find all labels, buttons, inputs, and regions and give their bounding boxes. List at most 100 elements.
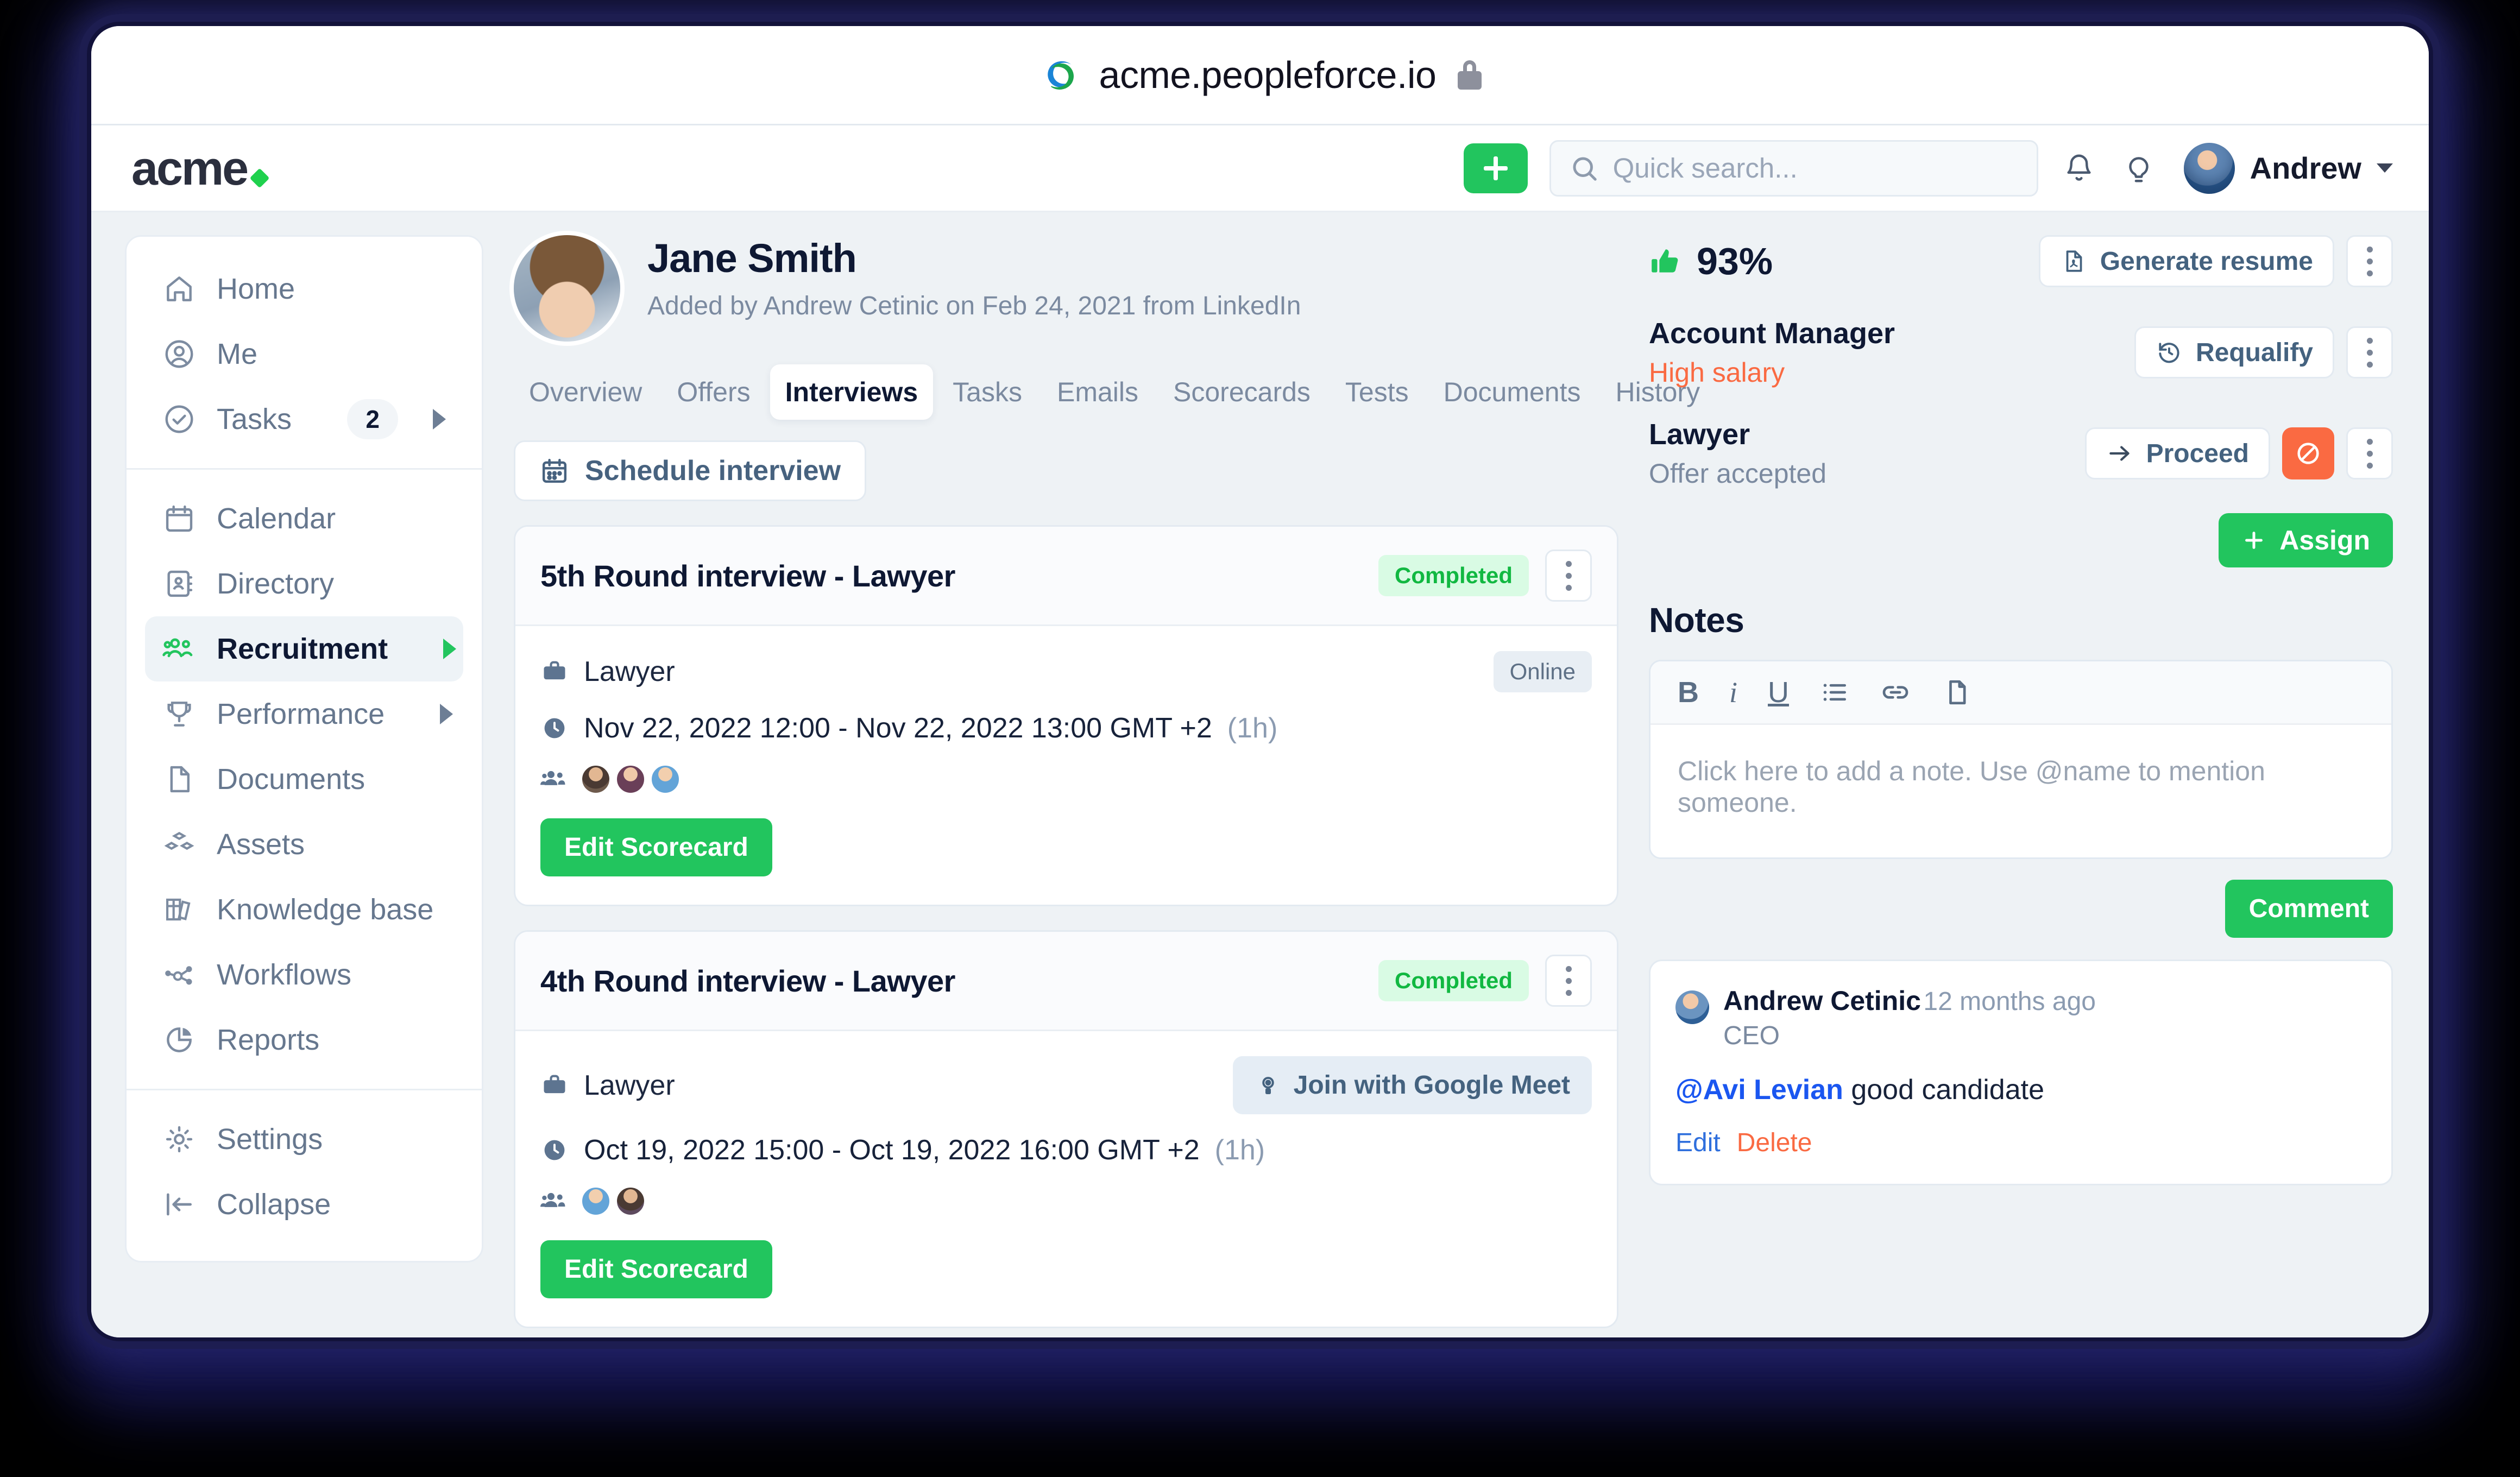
books-icon	[162, 893, 196, 926]
interview-attendees	[540, 764, 1592, 794]
sidebar-item-recruitment[interactable]: Recruitment	[145, 616, 463, 681]
sidebar-item-knowledge-base[interactable]: Knowledge base	[145, 877, 463, 942]
comment-mention[interactable]: @Avi Levian	[1675, 1074, 1843, 1106]
tab-tasks[interactable]: Tasks	[937, 364, 1037, 420]
sidebar-item-reports[interactable]: Reports	[145, 1007, 463, 1072]
tab-offers[interactable]: Offers	[662, 364, 765, 420]
sidebar-item-tasks[interactable]: Tasks 2	[145, 387, 463, 452]
interview-time-row: Nov 22, 2022 12:00 - Nov 22, 2022 13:00 …	[540, 712, 1592, 744]
notifications-button[interactable]	[2060, 149, 2098, 187]
sidebar-item-label: Me	[217, 338, 258, 370]
plus-icon	[1483, 156, 1508, 180]
italic-button[interactable]: i	[1729, 676, 1737, 709]
workflow-nodes-icon	[162, 958, 196, 992]
candidate-side-panel: 93% Generate resume Account Manager High…	[1649, 235, 2393, 1337]
interview-card-header: 4th Round interview - Lawyer Completed	[515, 932, 1617, 1031]
sidebar-divider	[127, 468, 482, 470]
comment-submit-row: Comment	[1649, 880, 2393, 938]
attachment-button[interactable]	[1941, 676, 1971, 709]
interview-duration: (1h)	[1214, 1134, 1265, 1166]
sidebar-item-label: Directory	[217, 567, 335, 600]
note-input-placeholder[interactable]: Click here to add a note. Use @name to m…	[1650, 725, 2391, 857]
comment-button[interactable]: Comment	[2225, 880, 2393, 938]
link-button[interactable]	[1880, 676, 1911, 709]
tab-overview[interactable]: Overview	[514, 364, 657, 420]
assign-row: Assign	[1649, 513, 2393, 567]
assign-button[interactable]: Assign	[2219, 513, 2393, 567]
tab-interviews[interactable]: Interviews	[770, 364, 934, 420]
document-icon	[162, 762, 196, 796]
notes-heading: Notes	[1649, 601, 1744, 640]
underline-button[interactable]: U	[1768, 676, 1789, 709]
interview-role: Lawyer	[584, 1069, 675, 1101]
collapse-left-icon	[162, 1188, 196, 1221]
url-text[interactable]: acme.peopleforce.io	[1099, 53, 1437, 97]
thumbs-up-icon	[1652, 249, 1678, 273]
sidebar-item-collapse[interactable]: Collapse	[145, 1172, 463, 1237]
interview-card-header: 5th Round interview - Lawyer Completed	[515, 527, 1617, 626]
sidebar-item-calendar[interactable]: Calendar	[145, 486, 463, 551]
attendee-avatar	[581, 1186, 611, 1216]
sidebar-item-me[interactable]: Me	[145, 321, 463, 387]
arrow-right-icon	[2109, 446, 2130, 461]
bullet-list-button[interactable]	[1819, 676, 1850, 709]
position-row-account-manager: Account Manager High salary Requalify	[1649, 317, 2393, 388]
kebab-menu-icon[interactable]	[2346, 427, 2393, 479]
tab-scorecards[interactable]: Scorecards	[1158, 364, 1326, 420]
edit-scorecard-button[interactable]: Edit Scorecard	[540, 818, 772, 876]
delete-comment-link[interactable]: Delete	[1737, 1128, 1812, 1158]
sidebar-item-settings[interactable]: Settings	[145, 1107, 463, 1172]
tab-tests[interactable]: Tests	[1330, 364, 1424, 420]
browser-window: acme.peopleforce.io acme Quick search...…	[91, 26, 2429, 1337]
add-button[interactable]	[1463, 143, 1528, 193]
tab-documents[interactable]: Documents	[1428, 364, 1596, 420]
bold-button[interactable]: B	[1678, 676, 1699, 709]
sidebar-item-home[interactable]: Home	[145, 256, 463, 321]
briefcase-icon	[544, 661, 565, 680]
user-menu[interactable]: Andrew	[2183, 142, 2393, 194]
kebab-menu-icon[interactable]	[1545, 955, 1592, 1007]
tab-emails[interactable]: Emails	[1042, 364, 1154, 420]
proceed-label: Proceed	[2146, 439, 2249, 468]
interview-role: Lawyer	[584, 656, 675, 687]
fit-score: 93%	[1649, 239, 1773, 283]
requalify-button[interactable]: Requalify	[2134, 326, 2334, 378]
edit-comment-link[interactable]: Edit	[1675, 1128, 1721, 1158]
sidebar-item-assets[interactable]: Assets	[145, 812, 463, 877]
comment-header: Andrew Cetinic 12 months ago CEO	[1675, 985, 2366, 1051]
sidebar-item-directory[interactable]: Directory	[145, 551, 463, 616]
kebab-menu-icon[interactable]	[2346, 235, 2393, 287]
sidebar-item-label: Documents	[217, 763, 366, 796]
comment-body: @Avi Levian good candidate	[1675, 1074, 2366, 1106]
sidebar-item-documents[interactable]: Documents	[145, 747, 463, 812]
proceed-button[interactable]: Proceed	[2084, 427, 2270, 479]
kebab-menu-icon[interactable]	[1545, 550, 1592, 602]
reject-button[interactable]	[2282, 427, 2334, 479]
bullet-list-icon	[1823, 684, 1847, 701]
edit-scorecard-button[interactable]: Edit Scorecard	[540, 1240, 772, 1298]
home-icon	[162, 272, 196, 306]
candidate-avatar	[514, 235, 620, 342]
position-actions: Requalify	[2134, 326, 2393, 378]
brand-logo[interactable]: acme	[131, 144, 270, 192]
chevron-right-icon	[440, 704, 453, 724]
generate-resume-button[interactable]: Generate resume	[2038, 235, 2334, 287]
bell-icon	[2067, 154, 2091, 181]
avatar	[1675, 990, 1709, 1024]
topnav-right-group: Quick search... Andrew	[1463, 140, 2393, 197]
sidebar-item-workflows[interactable]: Workflows	[145, 942, 463, 1007]
search-input[interactable]: Quick search...	[1549, 140, 2038, 197]
position-status: Offer accepted	[1649, 458, 1827, 489]
join-google-meet-button[interactable]: Join with Google Meet	[1232, 1056, 1592, 1114]
browser-url-bar: acme.peopleforce.io	[91, 26, 2429, 124]
sidebar-item-label: Calendar	[217, 502, 336, 535]
schedule-interview-button[interactable]: Schedule interview	[514, 440, 867, 501]
calendar-icon	[162, 502, 196, 535]
help-button[interactable]	[2120, 149, 2158, 187]
sidebar-item-label: Collapse	[217, 1188, 331, 1221]
sidebar-item-performance[interactable]: Performance	[145, 681, 463, 747]
kebab-menu-icon[interactable]	[2346, 326, 2393, 378]
note-editor[interactable]: B i U Click here to add a note. Use @nam…	[1649, 660, 2393, 859]
video-camera-icon	[1262, 1076, 1274, 1094]
sidebar-item-label: Home	[217, 273, 295, 305]
